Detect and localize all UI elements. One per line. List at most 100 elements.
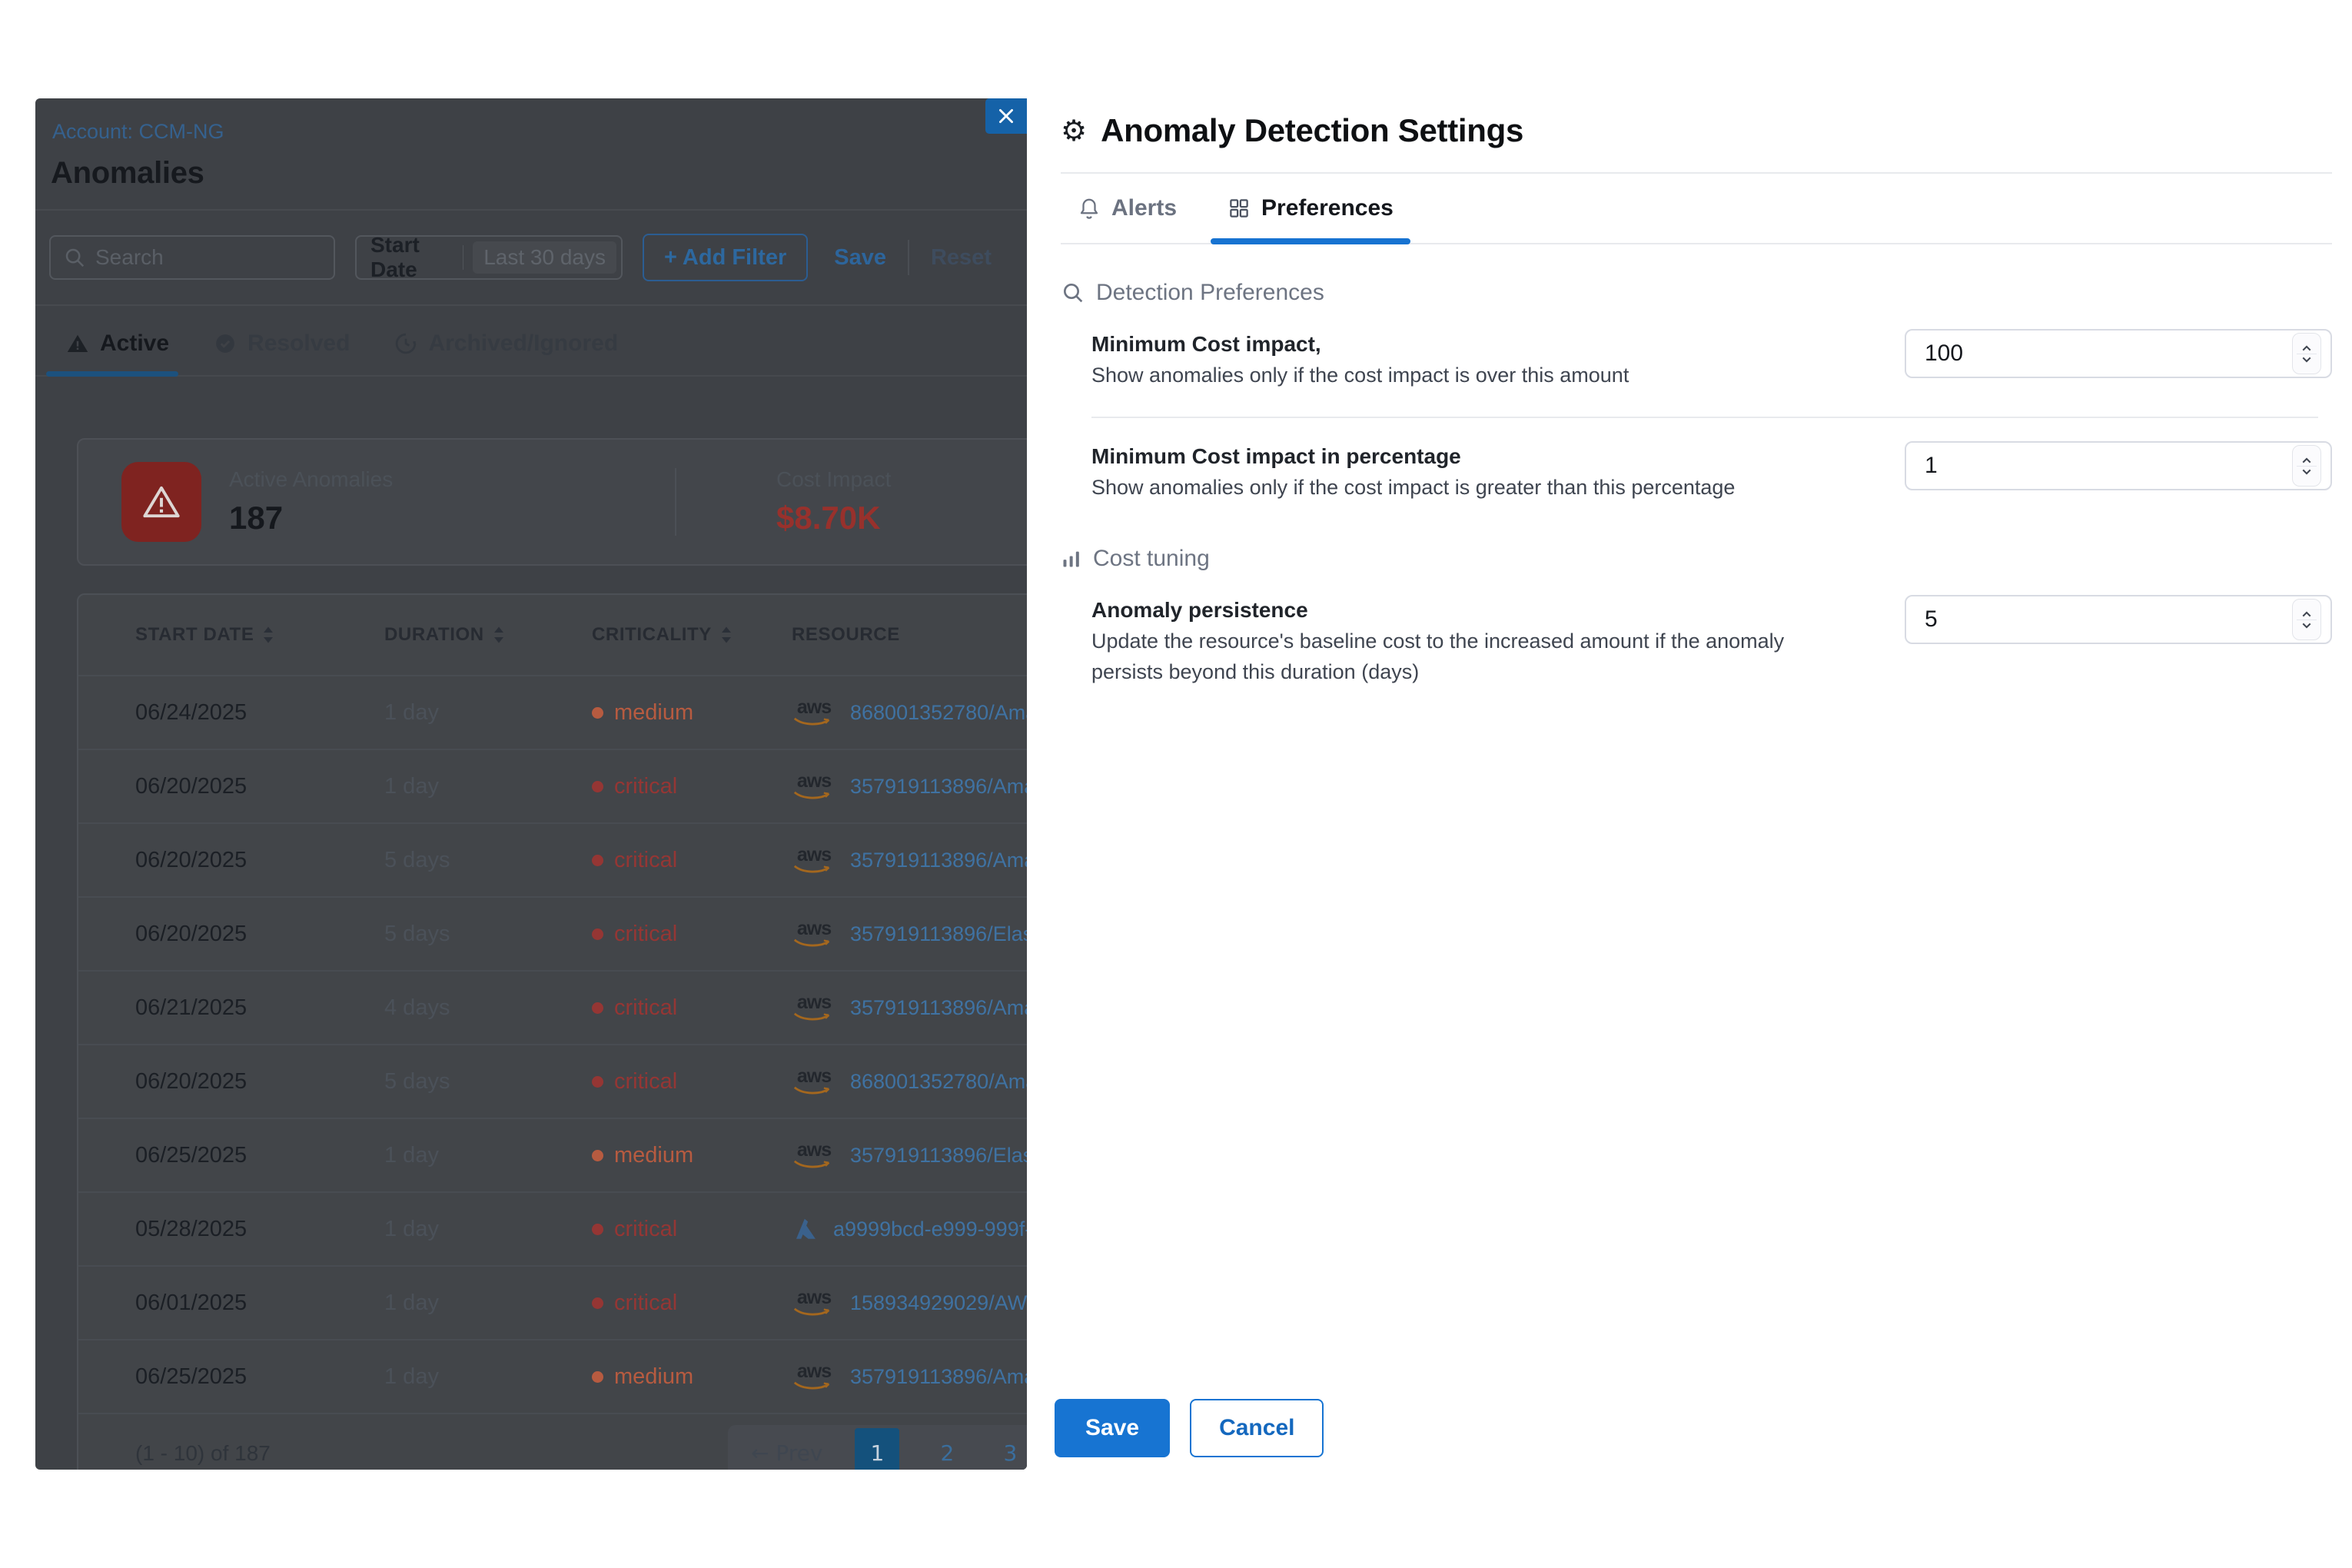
criticality-badge: critical bbox=[592, 1217, 792, 1242]
field-label: Anomaly persistence bbox=[1091, 595, 1860, 626]
filter-bar: Search Start Date Last 30 days + Add Fil… bbox=[49, 234, 1027, 281]
field-minimum-cost-impact: Minimum Cost impact, Show anomalies only… bbox=[1061, 329, 2332, 390]
search-placeholder: Search bbox=[95, 245, 164, 270]
tab-alerts[interactable]: Alerts bbox=[1078, 195, 1177, 243]
tab-resolved[interactable]: Resolved bbox=[214, 331, 350, 375]
search-icon bbox=[1061, 281, 1085, 305]
pagination-page-2[interactable]: 2 bbox=[932, 1440, 962, 1466]
anomaly-persistence-input[interactable] bbox=[1905, 595, 2332, 644]
search-input[interactable]: Search bbox=[49, 235, 335, 280]
field-minimum-cost-impact-percentage: Minimum Cost impact in percentage Show a… bbox=[1061, 441, 2332, 503]
resource-cell: aws 357919113896/Amazon bbox=[792, 772, 1027, 801]
tab-preferences[interactable]: Preferences bbox=[1227, 195, 1394, 243]
criticality-dot bbox=[592, 855, 603, 866]
field-text: Anomaly persistence Update the resource'… bbox=[1091, 595, 1860, 687]
table-row[interactable]: 05/28/2025 1 day critical a9999bcd-e999-… bbox=[78, 1191, 1027, 1265]
resource-cell: aws 357919113896/Elastic Lo bbox=[792, 919, 1027, 948]
pagination-bar: (1 - 10) of 187 ← Prev 1 2 3 bbox=[78, 1413, 1027, 1470]
resource-link[interactable]: 357919113896/Elastic Lo bbox=[850, 922, 1027, 946]
stepper-up-icon[interactable] bbox=[2300, 610, 2314, 618]
table-row[interactable]: 06/01/2025 1 day critical aws 1589349290… bbox=[78, 1265, 1027, 1339]
column-header-duration[interactable]: DURATION bbox=[384, 624, 592, 646]
criticality-badge: medium bbox=[592, 1143, 792, 1168]
resource-link[interactable]: 357919113896/Amazon W bbox=[850, 1365, 1027, 1389]
resource-cell: aws 357919113896/Amazon W bbox=[792, 845, 1027, 875]
resource-link[interactable]: 357919113896/Amazon W bbox=[850, 849, 1027, 872]
bell-icon bbox=[1078, 196, 1101, 221]
table-row[interactable]: 06/20/2025 5 days critical aws 868001352… bbox=[78, 1044, 1027, 1118]
criticality-badge: critical bbox=[592, 922, 792, 947]
tab-archived-ignored[interactable]: Archived/Ignored bbox=[394, 331, 618, 375]
minimum-cost-impact-input[interactable] bbox=[1905, 329, 2332, 378]
aws-logo-icon: aws bbox=[792, 698, 836, 727]
resource-link[interactable]: 868001352780/Amazon bbox=[850, 1070, 1027, 1094]
table-row[interactable]: 06/25/2025 1 day medium aws 357919113896… bbox=[78, 1118, 1027, 1191]
sort-icon[interactable] bbox=[719, 626, 733, 644]
section-heading-cost-tuning: Cost tuning bbox=[1061, 546, 2332, 572]
table-row[interactable]: 06/20/2025 5 days critical aws 357919113… bbox=[78, 896, 1027, 970]
start-date-value-chip[interactable]: Last 30 days bbox=[473, 241, 616, 274]
anomalies-page-dimmed: Account: CCM-NG Anomalies Search Start D… bbox=[35, 98, 1027, 1470]
warning-triangle-icon bbox=[141, 482, 181, 522]
minimum-cost-impact-input-wrap bbox=[1905, 329, 2332, 378]
resource-cell: aws 868001352780/Amazon bbox=[792, 698, 1027, 727]
filter-save-button[interactable]: Save bbox=[834, 245, 886, 271]
minimum-cost-impact-percentage-input-wrap bbox=[1905, 441, 2332, 490]
close-button[interactable] bbox=[985, 98, 1027, 134]
stepper-down-icon[interactable] bbox=[2300, 622, 2314, 630]
table-row[interactable]: 06/20/2025 1 day critical aws 3579191138… bbox=[78, 749, 1027, 822]
table-row[interactable]: 06/24/2025 1 day medium aws 868001352780… bbox=[78, 675, 1027, 749]
divider bbox=[463, 245, 464, 270]
aws-logo-icon: aws bbox=[792, 1067, 836, 1096]
resource-link[interactable]: 868001352780/Amazon bbox=[850, 701, 1027, 725]
divider bbox=[908, 240, 909, 275]
resource-link[interactable]: 357919113896/Amazon bbox=[850, 775, 1027, 799]
table-row[interactable]: 06/25/2025 1 day medium aws 357919113896… bbox=[78, 1339, 1027, 1413]
resource-cell: aws 357919113896/Amazon bbox=[792, 993, 1027, 1022]
sort-icon[interactable] bbox=[261, 626, 275, 644]
pagination-prev-button[interactable]: ← Prev bbox=[751, 1440, 822, 1466]
stepper-up-icon[interactable] bbox=[2300, 344, 2314, 352]
pagination-page-1[interactable]: 1 bbox=[855, 1428, 899, 1470]
number-stepper[interactable] bbox=[2292, 599, 2321, 640]
criticality-dot bbox=[592, 1002, 603, 1014]
tab-label: Active bbox=[100, 331, 169, 357]
breadcrumb-account-link[interactable]: Account: CCM-NG bbox=[52, 120, 1027, 144]
add-filter-button[interactable]: + Add Filter bbox=[643, 234, 808, 281]
column-header-criticality[interactable]: CRITICALITY bbox=[592, 624, 792, 646]
number-stepper[interactable] bbox=[2292, 333, 2321, 374]
aws-logo-icon: aws bbox=[792, 993, 836, 1022]
aws-logo-icon: aws bbox=[792, 1141, 836, 1170]
minimum-cost-impact-percentage-input[interactable] bbox=[1905, 441, 2332, 490]
cancel-button[interactable]: Cancel bbox=[1190, 1399, 1324, 1457]
field-description: Show anomalies only if the cost impact i… bbox=[1091, 472, 1735, 503]
criticality-badge: medium bbox=[592, 1364, 792, 1390]
tab-label: Archived/Ignored bbox=[428, 331, 618, 357]
tab-active[interactable]: Active bbox=[66, 331, 169, 375]
start-date-filter[interactable]: Start Date Last 30 days bbox=[355, 235, 623, 280]
table-row[interactable]: 06/21/2025 4 days critical aws 357919113… bbox=[78, 970, 1027, 1044]
field-text: Minimum Cost impact in percentage Show a… bbox=[1091, 441, 1735, 503]
resource-link[interactable]: 357919113896/Elastic Lo bbox=[850, 1144, 1027, 1168]
filter-reset-button[interactable]: Reset bbox=[931, 245, 992, 271]
pagination-page-3[interactable]: 3 bbox=[995, 1440, 1025, 1466]
archived-clock-icon bbox=[394, 332, 417, 355]
resource-cell: aws 158934929029/AWS Co bbox=[792, 1288, 1027, 1317]
field-label: Minimum Cost impact in percentage bbox=[1091, 441, 1735, 472]
resource-link[interactable]: 158934929029/AWS Co bbox=[850, 1291, 1027, 1315]
table-row[interactable]: 06/20/2025 5 days critical aws 357919113… bbox=[78, 822, 1027, 896]
number-stepper[interactable] bbox=[2292, 445, 2321, 487]
bar-chart-icon bbox=[1061, 548, 1082, 570]
gear-icon: ⚙ bbox=[1061, 116, 1087, 145]
stepper-down-icon[interactable] bbox=[2300, 468, 2314, 477]
column-header-start-date[interactable]: START DATE bbox=[135, 624, 384, 646]
stepper-up-icon[interactable] bbox=[2300, 456, 2314, 464]
cost-impact-label: Cost Impact bbox=[776, 467, 1027, 492]
stepper-down-icon[interactable] bbox=[2300, 356, 2314, 364]
drawer-footer: Save Cancel bbox=[1055, 1399, 1324, 1457]
sort-icon[interactable] bbox=[492, 626, 506, 644]
save-button[interactable]: Save bbox=[1055, 1399, 1170, 1457]
aws-logo-icon: aws bbox=[792, 1288, 836, 1317]
resource-link[interactable]: a9999bcd-e999-999f-g bbox=[833, 1218, 1027, 1241]
resource-link[interactable]: 357919113896/Amazon bbox=[850, 996, 1027, 1020]
